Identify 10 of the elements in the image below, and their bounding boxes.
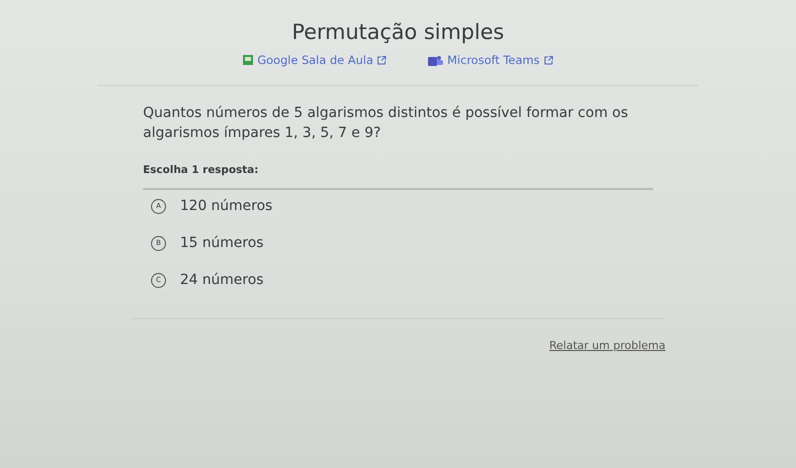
page-title: Permutação simples: [292, 20, 504, 44]
answer-prompt: Escolha 1 resposta:: [143, 164, 260, 176]
question-text: Quantos números de 5 algarismos distintos é possível formar com os algarismos ímpares 1, 3, 5, 7 e 9?: [143, 104, 630, 143]
classroom-icon: [243, 55, 254, 65]
share-link[interactable]: Google Sala de Aula: [243, 53, 386, 67]
report-link[interactable]: Relatar um problema: [549, 339, 666, 352]
external-link-icon: [544, 56, 553, 64]
external-link-icon: [377, 56, 386, 64]
people-icon: [428, 54, 444, 66]
share-link[interactable]: Microsoft Teams: [428, 53, 553, 67]
